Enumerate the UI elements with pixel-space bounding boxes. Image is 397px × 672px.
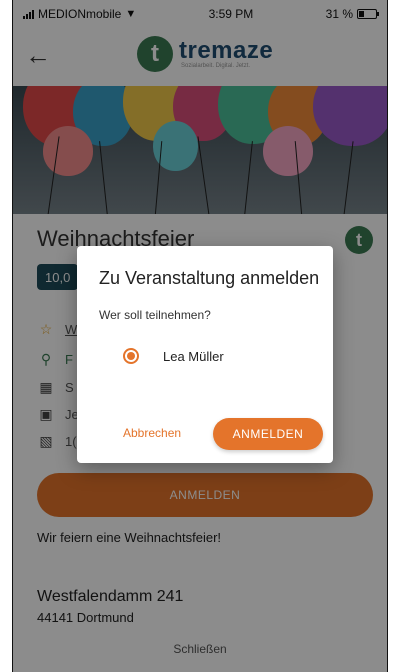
- dialog-title: Zu Veranstaltung anmelden: [99, 268, 320, 288]
- phone-screen: MEDIONmobile ▼ 3:59 PM 31 % ← t tremaze …: [12, 0, 388, 672]
- confirm-register-button[interactable]: ANMELDEN: [213, 418, 323, 450]
- participant-name: Lea Müller: [163, 348, 224, 364]
- radio-selected-icon[interactable]: [123, 348, 139, 364]
- dialog-subtitle: Wer soll teilnehmen?: [99, 308, 211, 322]
- register-dialog: Zu Veranstaltung anmelden Wer soll teiln…: [77, 246, 333, 463]
- cancel-button[interactable]: Abbrechen: [123, 426, 181, 440]
- participant-option[interactable]: Lea Müller: [123, 348, 224, 364]
